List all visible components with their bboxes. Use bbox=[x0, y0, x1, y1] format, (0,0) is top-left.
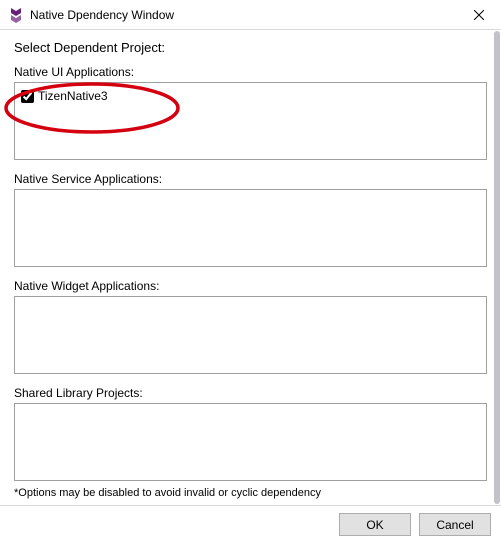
service-apps-label: Native Service Applications: bbox=[14, 172, 487, 186]
list-item[interactable]: TizenNative3 bbox=[21, 87, 480, 105]
shared-lib-listbox[interactable] bbox=[14, 403, 487, 481]
project-label: TizenNative3 bbox=[38, 89, 108, 103]
widget-apps-label: Native Widget Applications: bbox=[14, 279, 487, 293]
titlebar: Native Dpendency Window bbox=[0, 0, 501, 30]
ui-apps-listbox[interactable]: TizenNative3 bbox=[14, 82, 487, 160]
service-apps-listbox[interactable] bbox=[14, 189, 487, 267]
ui-apps-label: Native UI Applications: bbox=[14, 65, 487, 79]
dialog-content: Select Dependent Project: Native UI Appl… bbox=[0, 30, 501, 505]
close-button[interactable] bbox=[456, 0, 501, 30]
cancel-button[interactable]: Cancel bbox=[419, 513, 491, 536]
button-bar: OK Cancel bbox=[0, 505, 501, 543]
close-icon bbox=[474, 10, 484, 20]
dialog-heading: Select Dependent Project: bbox=[14, 40, 487, 55]
project-checkbox[interactable] bbox=[21, 90, 34, 103]
window-title: Native Dpendency Window bbox=[30, 8, 456, 22]
disclaimer-text: *Options may be disabled to avoid invali… bbox=[14, 487, 321, 499]
widget-apps-listbox[interactable] bbox=[14, 296, 487, 374]
app-icon bbox=[8, 7, 24, 23]
shared-lib-label: Shared Library Projects: bbox=[14, 386, 487, 400]
scrollbar[interactable] bbox=[494, 31, 500, 504]
ok-button[interactable]: OK bbox=[339, 513, 411, 536]
scrollbar-thumb[interactable] bbox=[494, 31, 500, 504]
